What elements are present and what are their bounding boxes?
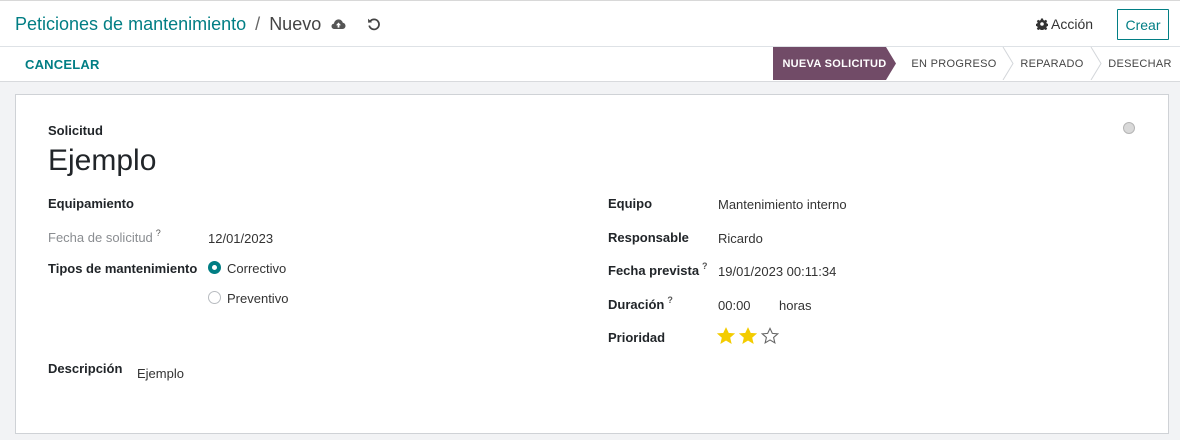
duration-field[interactable]: 00:00: [718, 298, 751, 313]
kanban-state-indicator[interactable]: [1123, 122, 1135, 134]
create-button[interactable]: Crear: [1117, 9, 1169, 40]
save-button[interactable]: [328, 14, 348, 34]
description-field[interactable]: Ejemplo: [137, 366, 184, 381]
responsible-field[interactable]: Ricardo: [718, 231, 763, 246]
radio-preventive-label[interactable]: Preventivo: [227, 291, 288, 306]
stage-repaired[interactable]: REPARADO: [1012, 47, 1092, 80]
request-title-input[interactable]: Ejemplo: [48, 144, 156, 178]
breadcrumb-current: Nuevo: [269, 14, 322, 34]
request-date-label-text: Fecha de solicitud: [48, 230, 153, 245]
maintenance-type-label: Tipos de mantenimiento: [48, 261, 198, 276]
priority-star-icon[interactable]: [739, 327, 757, 345]
radio-corrective-label[interactable]: Correctivo: [227, 261, 286, 276]
breadcrumb-parent-link[interactable]: Peticiones de mantenimiento: [15, 14, 246, 34]
request-date-value: 12/01/2023: [208, 231, 274, 246]
statusbar: CANCELAR NUEVA SOLICITUD EN PROGRESO REP…: [0, 47, 1180, 82]
breadcrumb: Peticiones de mantenimiento / Nuevo: [15, 13, 321, 35]
stage-new-request[interactable]: NUEVA SOLICITUD: [773, 47, 896, 80]
stage-scrap[interactable]: DESECHAR: [1104, 47, 1176, 80]
description-label: Descripción: [48, 361, 123, 376]
stage-separator-chevron: [1090, 47, 1102, 80]
stage-in-progress[interactable]: EN PROGRESO: [900, 47, 1008, 80]
equipment-label: Equipamiento: [48, 196, 134, 211]
breadcrumb-separator: /: [255, 14, 261, 34]
radio-preventive[interactable]: [208, 291, 221, 304]
team-field[interactable]: Mantenimiento interno: [718, 197, 847, 212]
cancel-button[interactable]: CANCELAR: [25, 57, 100, 72]
discard-button[interactable]: [364, 14, 384, 34]
cloud-upload-icon: [331, 19, 345, 29]
request-label: Solicitud: [48, 123, 103, 138]
request-date-label: Fecha de solicitud?: [48, 228, 161, 245]
radio-corrective[interactable]: [208, 261, 221, 274]
scheduled-date-label: Fecha prevista?: [608, 261, 708, 278]
undo-icon: [368, 18, 380, 31]
priority-star-icon[interactable]: [717, 327, 735, 345]
duration-unit: horas: [779, 298, 812, 313]
responsible-label: Responsable: [608, 230, 689, 245]
scheduled-date-field[interactable]: 19/01/2023 00:11:34: [718, 264, 836, 279]
action-menu-button[interactable]: Acción: [1036, 16, 1093, 32]
control-panel: Peticiones de mantenimiento / Nuevo Acci…: [0, 0, 1180, 47]
priority-star-icon[interactable]: [761, 327, 779, 345]
gear-icon: [1036, 18, 1048, 30]
form-sheet: Solicitud Ejemplo Equipamiento Fecha de …: [15, 94, 1169, 434]
help-tooltip-icon[interactable]: ?: [667, 295, 673, 305]
duration-label-text: Duración: [608, 297, 665, 312]
scheduled-date-label-text: Fecha prevista: [608, 263, 700, 278]
help-tooltip-icon[interactable]: ?: [156, 228, 161, 238]
priority-label: Prioridad: [608, 330, 666, 345]
help-tooltip-icon[interactable]: ?: [702, 261, 708, 271]
team-label: Equipo: [608, 196, 653, 211]
duration-label: Duración?: [608, 295, 673, 312]
action-menu-label: Acción: [1051, 16, 1094, 32]
